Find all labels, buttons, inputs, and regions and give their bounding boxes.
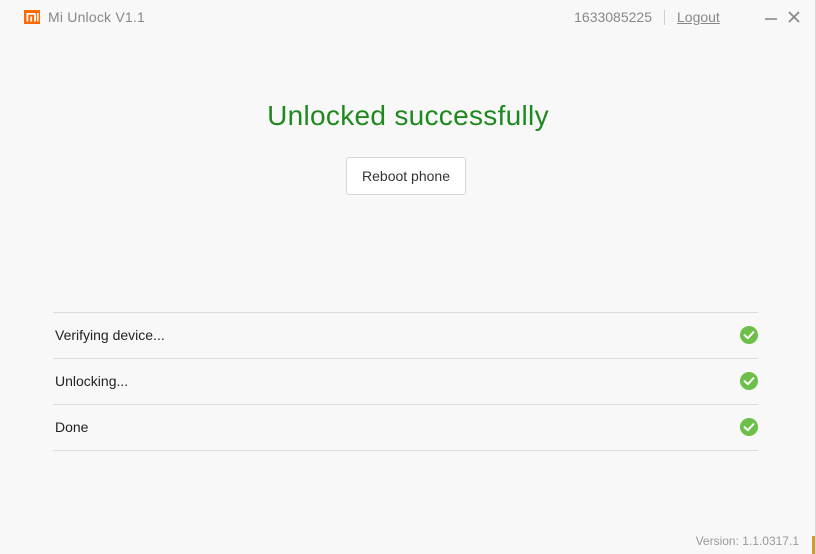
check-circle-icon [740,372,758,390]
mi-logo-icon [24,10,40,24]
step-verifying-device: Verifying device... [53,313,758,359]
unlock-status-headline: Unlocked successfully [267,100,549,131]
progress-steps-list: Verifying device... Unlocking... Done [53,312,758,451]
step-label: Unlocking... [55,373,129,389]
check-circle-icon [740,418,758,436]
window-edge-mark [812,536,815,554]
logout-link[interactable]: Logout [677,9,720,25]
step-unlocking: Unlocking... [53,359,758,405]
header-divider [664,10,665,25]
mi-unlock-window: Mi Unlock V1.1 1633085225 Logout Unlocke… [0,0,816,554]
title-bar[interactable]: Mi Unlock V1.1 1633085225 Logout [0,0,816,34]
minimize-icon[interactable] [763,9,779,25]
account-id: 1633085225 [574,9,652,25]
step-label: Done [55,419,89,435]
step-done: Done [53,405,758,451]
app-title: Mi Unlock V1.1 [48,9,145,25]
close-icon[interactable] [786,9,802,25]
check-circle-icon [740,326,758,344]
step-label: Verifying device... [55,327,165,343]
reboot-phone-button[interactable]: Reboot phone [346,157,466,195]
version-label: Version: 1.1.0317.1 [695,534,799,548]
